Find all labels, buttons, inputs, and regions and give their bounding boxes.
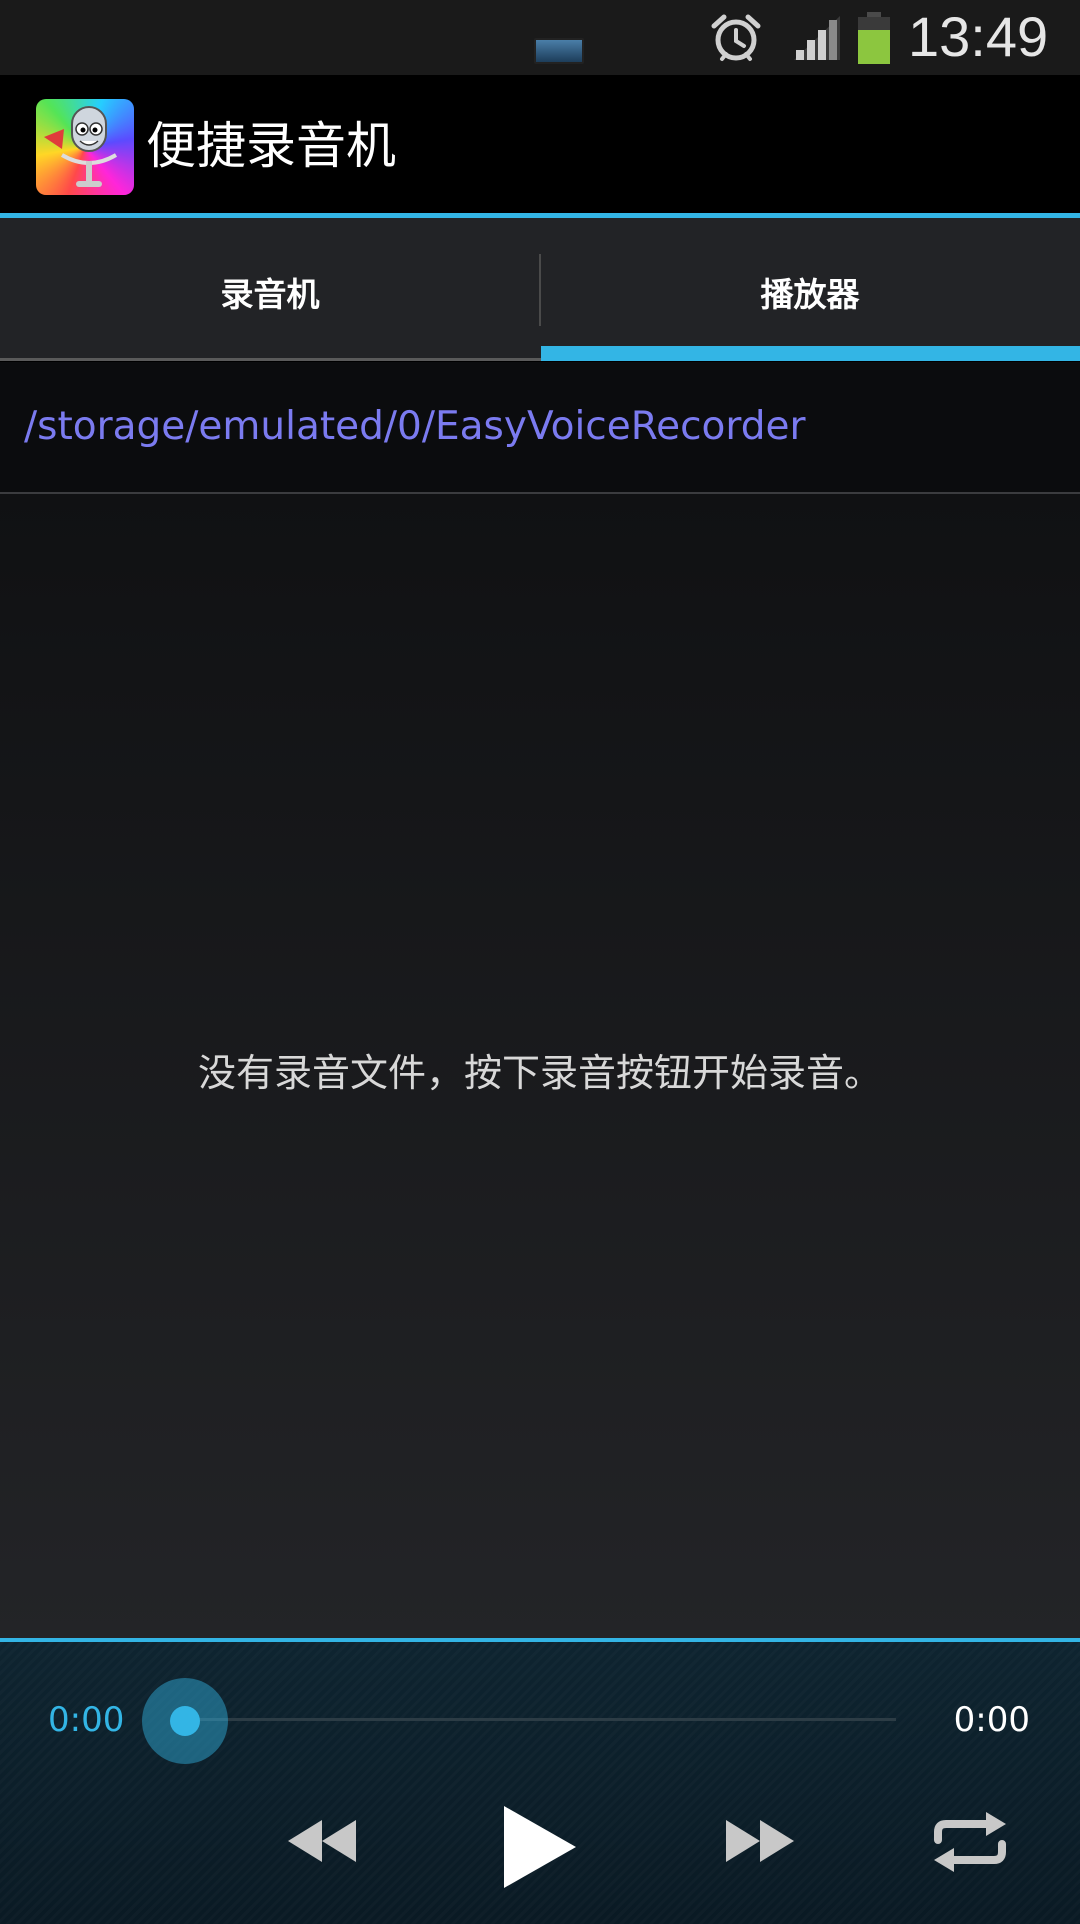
tab-player-label: 播放器 — [760, 275, 860, 314]
alarm-icon — [708, 12, 764, 64]
tab-recorder[interactable]: 录音机 — [0, 218, 540, 360]
notification-icon — [534, 38, 584, 64]
repeat-icon — [934, 1812, 1006, 1872]
status-bar: 13:49 — [0, 0, 1080, 77]
tab-underline — [0, 358, 541, 361]
tab-bar: 录音机 播放器 — [0, 218, 1080, 361]
signal-icon — [792, 14, 842, 62]
player-panel: 0:00 0:00 — [0, 1638, 1080, 1924]
storage-path[interactable]: /storage/emulated/0/EasyVoiceRecorder — [24, 402, 806, 452]
tab-selected-indicator — [541, 346, 1080, 361]
total-time: 0:00 — [953, 1700, 1030, 1740]
play-icon — [504, 1806, 576, 1888]
repeat-button[interactable] — [930, 1810, 1010, 1874]
seek-thumb[interactable] — [170, 1706, 200, 1736]
clock: 13:49 — [908, 5, 1049, 68]
path-bar: /storage/emulated/0/EasyVoiceRecorder — [0, 362, 1080, 494]
app-icon[interactable] — [36, 99, 134, 195]
play-button[interactable] — [502, 1804, 578, 1890]
rewind-button[interactable] — [286, 1818, 358, 1864]
tab-recorder-label: 录音机 — [220, 275, 320, 314]
seek-bar[interactable] — [186, 1718, 896, 1721]
fast-forward-button[interactable] — [724, 1818, 796, 1864]
app-title: 便捷录音机 — [146, 117, 396, 175]
battery-icon — [856, 12, 892, 64]
empty-message: 没有录音文件，按下录音按钮开始录音。 — [197, 1051, 882, 1095]
fast-forward-icon — [726, 1820, 794, 1862]
action-bar: 便捷录音机 — [0, 77, 1080, 213]
recordings-list: 没有录音文件，按下录音按钮开始录音。 — [0, 494, 1080, 1638]
current-time: 0:00 — [48, 1700, 125, 1740]
rewind-icon — [288, 1820, 356, 1862]
tab-player[interactable]: 播放器 — [540, 218, 1080, 360]
